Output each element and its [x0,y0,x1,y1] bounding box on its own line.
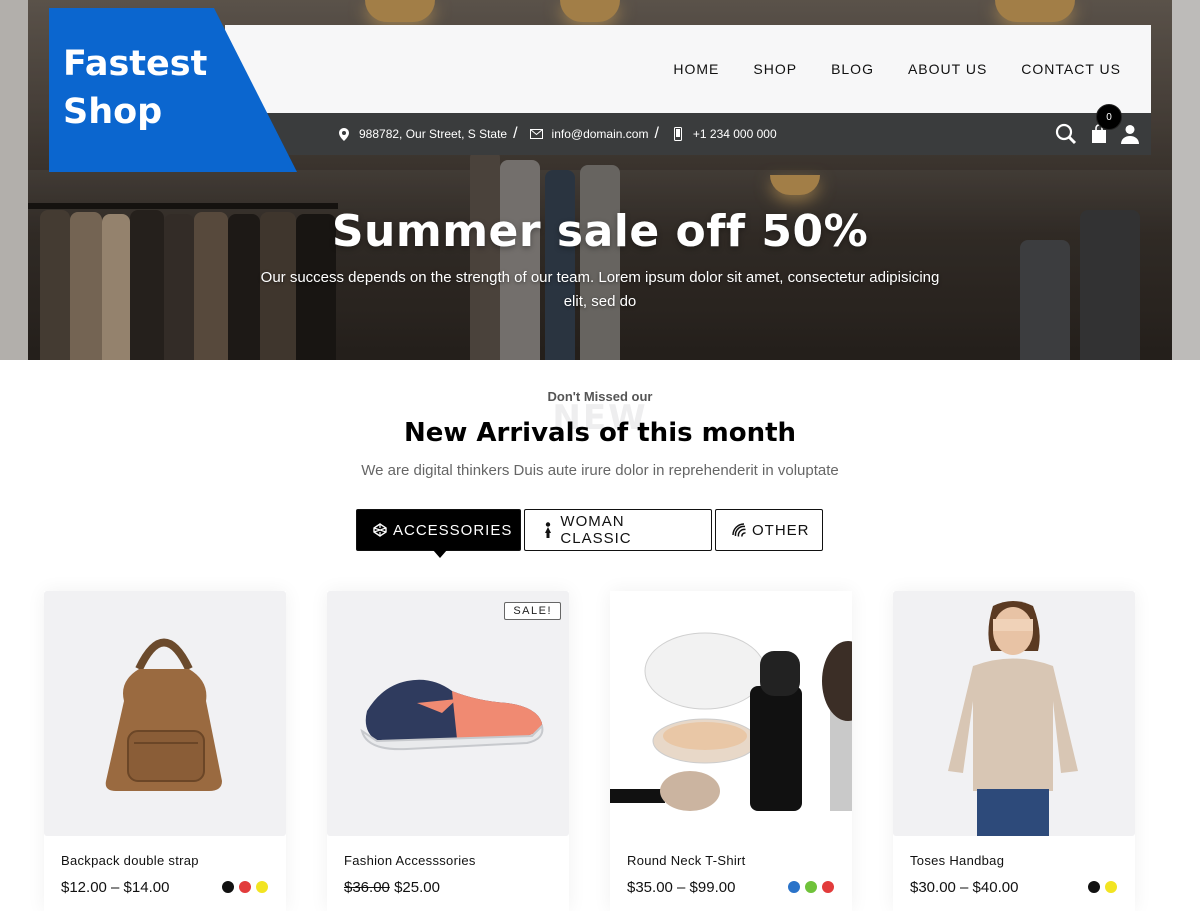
separator: / [513,125,518,142]
swatch-black[interactable] [1088,881,1100,893]
tab-other[interactable]: OTHER [715,509,823,551]
color-swatches [1088,881,1117,893]
cart-count-badge: 0 [1096,104,1122,130]
contact-info-bar: 988782, Our Street, S State / info@domai… [265,104,1151,155]
swatch-yellow[interactable] [1105,881,1117,893]
phone-item[interactable]: +1 234 000 000 [671,127,777,141]
contact-info: 988782, Our Street, S State / info@domai… [337,113,777,155]
striped-circle-icon [732,523,746,537]
product-card[interactable]: Backpack double strap $12.00 – $14.00 [44,591,286,911]
logo-line-1: Fastest [63,44,208,84]
tab-accessories[interactable]: ACCESSORIES [356,509,521,558]
codepen-icon [373,523,387,537]
swatch-black[interactable] [222,881,234,893]
sale-badge: SALE! [504,602,561,620]
product-name[interactable]: Toses Handbag [910,853,1004,868]
tab-woman-classic[interactable]: WOMAN CLASSIC [524,509,712,551]
envelope-icon [530,127,544,141]
main-nav: HOME SHOP BLOG ABOUT US CONTACT US [673,61,1121,77]
product-sale-price: $25.00 [394,879,440,896]
product-card[interactable]: Toses Handbag $30.00 – $40.00 [893,591,1135,911]
swatch-yellow[interactable] [256,881,268,893]
product-name[interactable]: Fashion Accesssories [344,853,476,868]
section-subtitle: We are digital thinkers Duis aute irure … [361,462,839,479]
section-title: New Arrivals of this month [403,418,797,448]
product-price: $30.00 – $40.00 [910,879,1019,896]
logo-text: Fastest Shop [63,40,207,136]
address-item: 988782, Our Street, S State [337,127,507,141]
email-item[interactable]: info@domain.com [530,127,649,141]
category-tabs: ACCESSORIES WOMAN CLASSIC OTHER [356,509,823,558]
logo-line-2: Shop [63,92,163,132]
mobile-phone-icon [671,127,685,141]
address-text: 988782, Our Street, S State [359,127,508,141]
hero-subtitle: Our success depends on the strength of o… [260,269,940,310]
product-name[interactable]: Round Neck T-Shirt [627,853,746,868]
hero-title: Summer sale off 50% [331,206,869,257]
product-old-price: $36.00 [344,879,390,896]
location-pin-icon [337,127,351,141]
product-image-cosmetics[interactable] [610,591,852,836]
nav-about-link[interactable]: ABOUT US [908,61,987,77]
product-card[interactable]: Round Neck T-Shirt $35.00 – $99.00 [610,591,852,911]
product-image-model[interactable] [893,591,1135,836]
tab-woman-classic-label: WOMAN CLASSIC [560,513,632,547]
nav-contact-link[interactable]: CONTACT US [1021,61,1121,77]
woman-icon [541,522,554,538]
swatch-red[interactable] [239,881,251,893]
nav-blog-link[interactable]: BLOG [831,61,874,77]
phone-text[interactable]: +1 234 000 000 [693,127,777,141]
product-name[interactable]: Backpack double strap [61,853,199,868]
swatch-green[interactable] [805,881,817,893]
separator: / [654,125,659,142]
product-price: $35.00 – $99.00 [627,879,736,896]
user-icon[interactable] [1121,124,1139,144]
color-swatches [788,881,834,893]
product-image-backpack[interactable] [44,591,286,836]
search-icon[interactable] [1055,123,1077,145]
product-card[interactable]: SALE! Fashion Accesssories $36.00 $25.00 [327,591,569,911]
email-text[interactable]: info@domain.com [552,127,649,141]
swatch-red[interactable] [822,881,834,893]
section-kicker: Don't Missed our [547,389,653,404]
top-navbar: HOME SHOP BLOG ABOUT US CONTACT US [225,25,1151,113]
product-price: $36.00 $25.00 [344,879,440,896]
tab-other-label: OTHER [752,521,810,539]
nav-shop-link[interactable]: SHOP [753,61,797,77]
product-image-sneaker[interactable]: SALE! [327,591,569,836]
swatch-blue[interactable] [788,881,800,893]
nav-home-link[interactable]: HOME [673,61,719,77]
tab-accessories-label: ACCESSORIES [393,521,513,539]
color-swatches [222,881,268,893]
product-price: $12.00 – $14.00 [61,879,170,896]
